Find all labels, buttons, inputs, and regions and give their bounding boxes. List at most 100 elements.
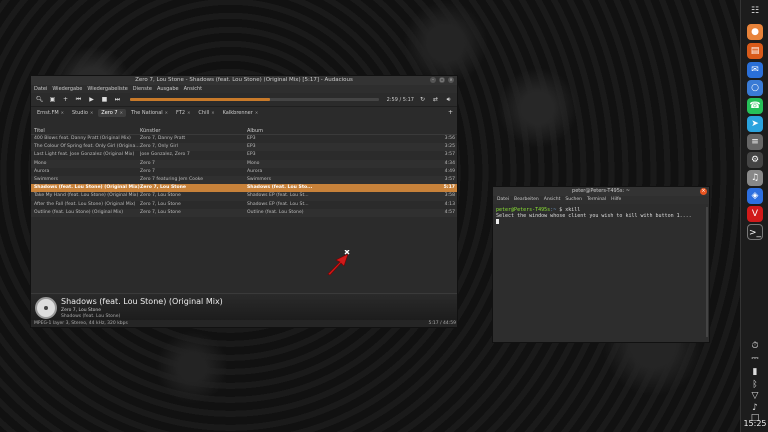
terminal-output[interactable]: peter@Peters-T495s:~ $ xkill Select the … — [493, 204, 709, 228]
usb-icon[interactable]: ⎓ — [749, 353, 761, 365]
term-menu-hilfe[interactable]: Hilfe — [611, 196, 621, 204]
album-art-disc-icon — [35, 297, 57, 319]
next-icon[interactable]: ⏭︎ — [113, 95, 122, 104]
tab-close-icon[interactable]: ✕ — [90, 110, 93, 115]
table-row[interactable]: Last Light feat. Jose Gonzalez (Original… — [31, 151, 457, 159]
timer-icon[interactable]: ⏱︎ — [749, 340, 761, 352]
track-title: Shadows (feat. Lou Stone) (Original Mix) — [34, 185, 140, 191]
vivaldi-icon[interactable]: V — [747, 206, 763, 222]
track-artist: Zero 7, Lou Stone — [140, 193, 181, 199]
term-menu-suchen[interactable]: Suchen — [565, 196, 582, 204]
virtualbox-icon[interactable]: ◈ — [747, 188, 763, 204]
player-statusbar: MPEG-1 layer 3, Stereo, 44 kHz, 320 kbps… — [31, 320, 457, 327]
calculator-icon[interactable]: ≡ — [747, 134, 763, 150]
playlist[interactable]: Titel Künstler Album 400 Blows feat. Dan… — [31, 127, 457, 302]
audio-player-icon[interactable]: ♫ — [747, 170, 763, 186]
player-titlebar[interactable]: Zero 7, Lou Stone - Shadows (feat. Lou S… — [31, 76, 457, 85]
player-menubar: Datei Wiedergabe Wiedergabeliste Dienste… — [31, 85, 457, 93]
files-app-icon[interactable]: ▤ — [747, 43, 763, 59]
track-album: Shadows EP (feat. Lou St... — [247, 193, 309, 199]
terminal-window[interactable]: peter@Peters-T495s: ~ × Datei Bearbeiten… — [492, 186, 710, 343]
track-album: EP3 — [247, 144, 256, 150]
column-length[interactable] — [429, 127, 457, 135]
battery-icon[interactable]: ▮ — [749, 366, 761, 378]
column-artist[interactable]: Künstler — [140, 127, 247, 135]
tab-label: FT2 — [176, 109, 186, 116]
table-row[interactable]: Swimmers Zero 7 featuring Jem Cooke Swimme… — [31, 175, 457, 185]
search-icon[interactable]: 🔍︎ — [35, 95, 44, 104]
table-row[interactable]: Outline (feat. Lou Stone) (Original Mix)… — [31, 208, 457, 217]
track-artist: Zero 7 — [140, 160, 155, 166]
track-length: 3:58 — [444, 193, 455, 199]
wifi-icon[interactable]: ▽ — [749, 390, 761, 402]
term-menu-bearbeiten[interactable]: Bearbeiten — [514, 196, 539, 204]
audacious-window[interactable]: Zero 7, Lou Stone - Shadows (feat. Lou S… — [30, 75, 458, 328]
minimize-button[interactable]: – — [430, 77, 436, 83]
menu-ansicht[interactable]: Ansicht — [184, 85, 202, 93]
close-button[interactable]: × — [448, 77, 454, 83]
volume-icon[interactable]: 🔊︎ — [444, 95, 453, 104]
table-row[interactable]: Mono Zero 7 Mono 4:34 — [31, 159, 457, 168]
playlist-header: Titel Künstler Album — [31, 127, 457, 135]
tab-close-icon[interactable]: ✕ — [187, 110, 190, 115]
terminal-titlebar[interactable]: peter@Peters-T495s: ~ × — [493, 187, 709, 196]
seek-slider[interactable] — [130, 98, 379, 101]
tab-playlist[interactable]: Ernst.FM ✕ — [34, 109, 67, 117]
terminal-scrollbar[interactable] — [706, 207, 708, 337]
maximize-button[interactable]: □ — [439, 77, 445, 83]
table-row[interactable]: The Colour Of Spring feat. Only Girl (Or… — [31, 143, 457, 152]
menu-wiedergabe[interactable]: Wiedergabe — [52, 85, 82, 93]
add-playlist-icon[interactable]: + — [448, 109, 453, 116]
tab-close-icon[interactable]: ✕ — [120, 110, 123, 115]
tab-playlist[interactable]: Kalkbrenner ✕ — [220, 109, 262, 117]
column-title[interactable]: Titel — [34, 127, 140, 135]
shuffle-icon[interactable]: ⇄ — [431, 95, 440, 104]
telegram-icon[interactable]: ➤ — [747, 116, 763, 132]
table-row[interactable]: 400 Blows feat. Danny Pratt (Original Mi… — [31, 135, 457, 143]
terminal-close-button[interactable]: × — [700, 188, 707, 195]
tab-playlist[interactable]: Chill ✕ — [195, 109, 217, 117]
open-files-icon[interactable]: ▣ — [48, 95, 57, 104]
track-title: Mono — [34, 160, 47, 166]
player-window-title: Zero 7, Lou Stone - Shadows (feat. Lou S… — [135, 77, 353, 83]
now-playing-title: Shadows (feat. Lou Stone) (Original Mix) — [61, 297, 223, 306]
menu-dienste[interactable]: Dienste — [133, 85, 152, 93]
tab-close-icon[interactable]: ✕ — [165, 110, 168, 115]
table-row[interactable]: Take My Hand (feat. Lou Stone) (Original… — [31, 192, 457, 201]
tab-label: Chill — [198, 109, 210, 116]
term-menu-datei[interactable]: Datei — [497, 196, 509, 204]
tab-playlist[interactable]: Studio ✕ — [69, 109, 96, 117]
tab-playlist[interactable]: Zero 7 ✕ — [98, 108, 126, 117]
settings-icon[interactable]: ⚙ — [747, 152, 763, 168]
clock[interactable]: 15:25 — [741, 419, 768, 428]
track-artist: Zero 7 — [140, 168, 155, 174]
tab-playlist[interactable]: FT2 ✕ — [173, 109, 193, 117]
column-album[interactable]: Album — [247, 127, 347, 135]
menu-datei[interactable]: Datei — [34, 85, 47, 93]
terminal-app-icon[interactable]: >_ — [747, 224, 763, 240]
track-length: 4:13 — [444, 201, 455, 207]
tab-close-icon[interactable]: ✕ — [211, 110, 214, 115]
apps-grid-icon[interactable]: ☷ — [747, 3, 763, 19]
add-files-icon[interactable]: + — [61, 95, 70, 104]
table-row[interactable]: Shadows (feat. Lou Stone) (Original Mix)… — [31, 184, 457, 193]
table-row[interactable]: After the Fall (feat. Lou Stone) (Origin… — [31, 201, 457, 209]
whatsapp-icon[interactable]: ☎ — [747, 98, 763, 114]
menu-ausgabe[interactable]: Ausgabe — [157, 85, 179, 93]
previous-icon[interactable]: ⏮︎ — [74, 95, 83, 104]
repeat-icon[interactable]: ↻ — [418, 95, 427, 104]
table-row[interactable]: Aurora Zero 7 Aurora 4:49 — [31, 168, 457, 176]
track-length: 4:49 — [444, 168, 455, 174]
menu-wiedergabeliste[interactable]: Wiedergabeliste — [87, 85, 127, 93]
thunderbird-icon[interactable]: ✉ — [747, 62, 763, 78]
term-menu-ansicht[interactable]: Ansicht — [544, 196, 561, 204]
signal-icon[interactable]: ○ — [747, 80, 763, 96]
terminal-output-line: Select the window whose client you wish … — [496, 213, 692, 219]
tab-playlist[interactable]: The National ✕ — [128, 109, 171, 117]
tab-close-icon[interactable]: ✕ — [255, 110, 258, 115]
firefox-icon[interactable]: ● — [747, 24, 763, 40]
play-icon[interactable]: ▶︎ — [87, 95, 96, 104]
term-menu-terminal[interactable]: Terminal — [587, 196, 606, 204]
stop-icon[interactable]: ■ — [100, 95, 109, 104]
tab-close-icon[interactable]: ✕ — [61, 110, 64, 115]
